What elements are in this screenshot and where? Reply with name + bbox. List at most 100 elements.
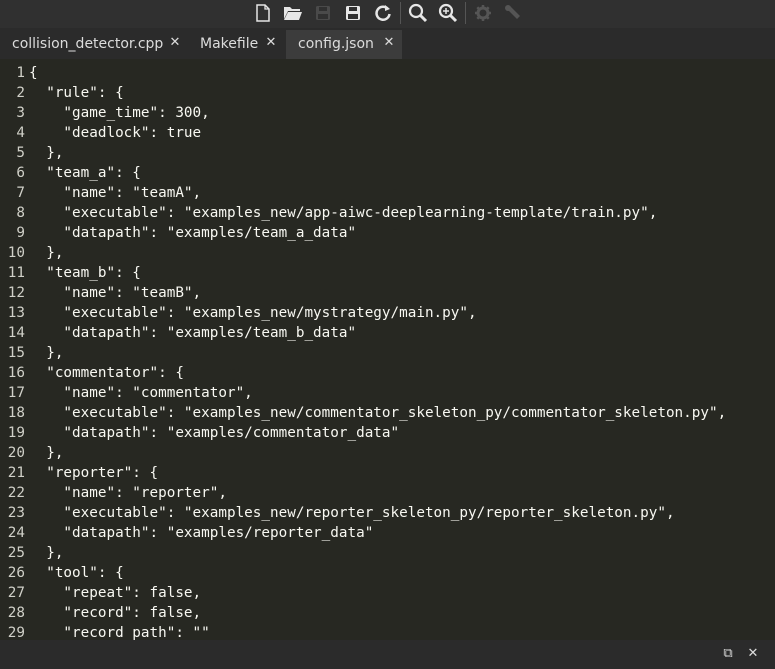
line-number: 14 [7,325,25,341]
code-text[interactable]: "name": "teamB", [29,283,201,303]
code-text[interactable]: "datapath": "examples/commentator_data" [29,423,399,443]
code-text[interactable]: { [29,63,38,83]
reload-icon [375,5,391,21]
line-number: 7 [16,185,25,201]
code-line: 4 "deadlock": true [0,123,775,143]
line-number: 18 [7,405,25,421]
code-text[interactable]: "executable": "examples_new/reporter_ske… [29,503,674,523]
code-line: 24 "datapath": "examples/reporter_data" [0,523,775,543]
save-all-icon [346,6,360,20]
open-folder-icon [284,7,302,20]
code-line: 12 "name": "teamB", [0,283,775,303]
tab-makefile[interactable]: Makefile ✕ [188,30,286,59]
code-line: 25 }, [0,543,775,563]
code-line: 29 "record_path": "" [0,623,775,640]
line-number: 25 [7,545,25,561]
code-text[interactable]: "datapath": "examples/team_a_data" [29,223,356,243]
line-number: 29 [7,625,25,640]
line-number: 17 [7,385,25,401]
code-text[interactable]: "name": "commentator", [29,383,252,403]
code-line: 9 "datapath": "examples/team_a_data" [0,223,775,243]
code-text[interactable]: "executable": "examples_new/mystrategy/m… [29,303,476,323]
line-number: 24 [7,525,25,541]
code-text[interactable]: }, [29,543,63,563]
code-text[interactable]: "deadlock": true [29,123,201,143]
wrench-icon [505,5,520,19]
code-text[interactable]: "reporter": { [29,463,158,483]
line-number: 5 [16,145,25,161]
line-number: 28 [7,605,25,621]
code-text[interactable]: "record_path": "" [29,623,209,640]
settings-button[interactable] [471,2,495,24]
tools-button[interactable] [501,2,525,24]
search-replace-icon [438,3,458,23]
restore-window-icon[interactable]: ⧉ [720,646,736,662]
tab-bar: collision_detector.cpp ✕ Makefile ✕ conf… [0,30,775,59]
save-button[interactable] [311,2,335,24]
code-text[interactable]: }, [29,143,63,163]
code-line: 27 "repeat": false, [0,583,775,603]
tab-close-icon[interactable]: ✕ [264,35,278,51]
code-line: 5 }, [0,143,775,163]
tab-collision-detector[interactable]: collision_detector.cpp ✕ [0,30,188,59]
settings-gear-icon [475,5,491,21]
line-number: 13 [7,305,25,321]
code-text[interactable]: "datapath": "examples/reporter_data" [29,523,373,543]
code-line: 2 "rule": { [0,83,775,103]
tab-close-icon[interactable]: ✕ [168,35,182,51]
line-number: 20 [7,445,25,461]
search-replace-button[interactable] [436,2,460,24]
line-number: 1 [16,65,25,81]
code-line: 16 "commentator": { [0,363,775,383]
code-text[interactable]: "name": "teamA", [29,183,201,203]
code-text[interactable]: }, [29,343,63,363]
line-number: 10 [7,245,25,261]
code-line: 23 "executable": "examples_new/reporter_… [0,503,775,523]
code-text[interactable]: "repeat": false, [29,583,201,603]
search-button[interactable] [406,2,430,24]
code-text[interactable]: "tool": { [29,563,123,583]
line-number: 8 [16,205,25,221]
code-text[interactable]: "team_a": { [29,163,141,183]
code-line: 7 "name": "teamA", [0,183,775,203]
code-line: 8 "executable": "examples_new/app-aiwc-d… [0,203,775,223]
code-line: 14 "datapath": "examples/team_b_data" [0,323,775,343]
line-number: 16 [7,365,25,381]
code-line: 17 "name": "commentator", [0,383,775,403]
code-text[interactable]: }, [29,443,63,463]
code-text[interactable]: "datapath": "examples/team_b_data" [29,323,356,343]
line-number: 6 [16,165,25,181]
code-line: 15 }, [0,343,775,363]
new-file-button[interactable] [251,2,275,24]
line-number: 15 [7,345,25,361]
tab-label: config.json [298,36,374,52]
code-text[interactable]: }, [29,243,63,263]
toolbar-separator [400,2,401,24]
code-text[interactable]: "team_b": { [29,263,141,283]
line-number: 12 [7,285,25,301]
line-number: 11 [7,265,25,281]
status-bar: ⧉ ✕ [0,640,775,669]
line-number: 9 [16,225,25,241]
save-all-button[interactable] [341,2,365,24]
code-text[interactable]: "rule": { [29,83,123,103]
code-line: 28 "record": false, [0,603,775,623]
toolbar [0,0,775,28]
code-editor[interactable]: 1{2 "rule": {3 "game_time": 300, 4 "deadl… [0,59,775,640]
line-number: 27 [7,585,25,601]
tab-label: Makefile [200,36,259,52]
code-text[interactable]: "executable": "examples_new/commentator_… [29,403,726,423]
code-text[interactable]: "name": "reporter", [29,483,227,503]
save-icon [316,6,330,20]
tab-close-icon[interactable]: ✕ [382,35,396,51]
code-text[interactable]: "record": false, [29,603,201,623]
reload-button[interactable] [371,2,395,24]
code-text[interactable]: "game_time": 300, [29,103,209,123]
toolbar-separator [465,2,466,24]
close-panel-icon[interactable]: ✕ [745,646,761,662]
code-text[interactable]: "commentator": { [29,363,184,383]
code-line: 3 "game_time": 300, [0,103,775,123]
code-text[interactable]: "executable": "examples_new/app-aiwc-dee… [29,203,657,223]
open-folder-button[interactable] [281,2,305,24]
tab-config-json[interactable]: config.json ✕ [286,30,402,59]
